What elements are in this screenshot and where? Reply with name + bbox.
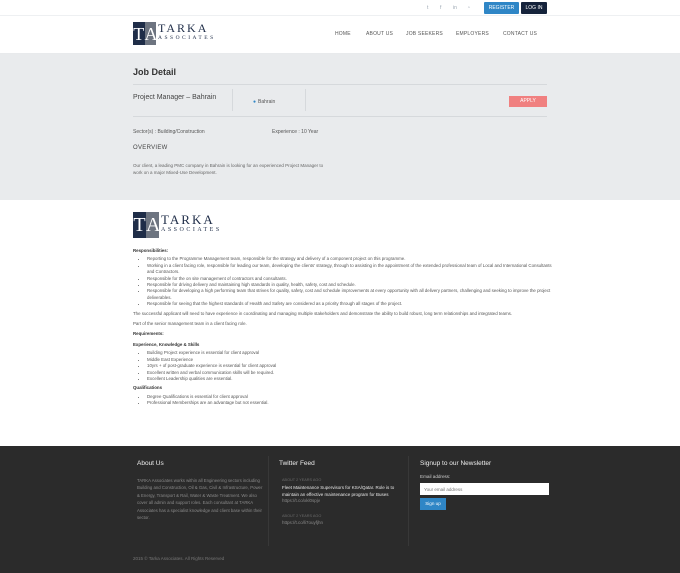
list-item: Professional Memberships are an advantag… [147,400,553,406]
logo-word: TARKA [158,21,209,35]
paragraph: The successful applicant will need to ha… [133,310,513,316]
qualifications-list: Degree Qualifications is essential for c… [147,394,553,407]
tweet-link[interactable]: https://t.co/li7ouyfjhn [282,520,323,525]
job-experience: Experience : 10 Year [272,129,319,135]
nav-home[interactable]: HOME [335,31,351,37]
location-pin-icon: ● [253,99,257,105]
logo-mark: T A [133,212,161,238]
divider [232,89,233,111]
signup-button[interactable]: Sign up [420,498,446,510]
tweet-link[interactable]: https://t.co/xkl0spjv [282,498,320,503]
site-footer [0,446,680,573]
register-button[interactable]: REGISTER [484,2,519,14]
site-header: T A TARKA ASSOCIATES HOME ABOUT US JOB S… [0,16,680,54]
about-text: TARKA Associates works within all Engine… [137,478,263,521]
job-title: Project Manager – Bahrain [133,94,217,101]
tweet-meta: ABOUT 2 YEARS AGO [282,514,322,518]
responsibilities-list: Reporting to the Programme Management te… [147,256,553,307]
top-bar: t f in ◔ REGISTER LOG IN [0,0,680,16]
requirements-heading: Requirements: [133,331,164,337]
logo-mark: T A [133,22,158,45]
site-logo[interactable]: T A TARKA ASSOCIATES [133,22,216,45]
logo-subword: ASSOCIATES [161,227,222,233]
overview-text: Our client, a leading PMC company in Bah… [133,163,324,175]
tweet-meta: ABOUT 2 YEARS AGO [282,478,322,482]
rss-icon[interactable]: ◔ [467,5,470,11]
qualifications-heading: Qualifications [133,385,163,391]
login-button[interactable]: LOG IN [521,2,547,14]
list-item: Working in a client facing role, respons… [147,263,553,276]
email-label: Email address: [420,474,451,479]
content-logo: T A TARKA ASSOCIATES [133,212,222,238]
nav-employers[interactable]: EMPLOYERS [456,31,489,37]
copyright: 2015 © Tarka Associates. All Rights Rese… [133,556,225,561]
twitter-icon[interactable]: t [427,5,428,11]
about-heading: About Us [137,460,164,467]
logo-word: TARKA [161,212,215,227]
list-item: Responsible for seeing that the highest … [147,301,553,307]
nav-job-seekers[interactable]: JOB SEEKERS [406,31,443,37]
tweet-text: Fleet Maintenance Supervisors for KSA/Qa… [282,485,395,497]
responsibilities-heading: Responsibilities: [133,248,169,253]
logo-subword: ASSOCIATES [158,35,216,41]
job-location: ● Bahrain [253,99,276,105]
nav-contact-us[interactable]: CONTACT US [503,31,537,37]
job-sector: Sector(s) : Building/Construction [133,129,205,135]
list-item: Responsible for developing a high perfor… [147,288,553,301]
newsletter-heading: Signup to our Newsletter [420,460,492,467]
divider [133,116,547,117]
divider [305,89,306,111]
job-detail-band [0,54,680,200]
twitter-heading: Twitter Feed [279,460,315,467]
paragraph: Part of the senior management team in a … [133,321,247,327]
newsletter-email-field[interactable] [420,483,549,495]
linkedin-icon[interactable]: in [453,5,457,11]
divider [133,84,547,85]
apply-button[interactable]: APPLY [509,96,547,107]
divider [268,456,269,546]
list-item: Excellent Leadership qualities are essen… [147,376,553,382]
page-title: Job Detail [133,67,177,77]
job-description: Responsibilities: Reporting to the Progr… [133,248,553,407]
nav-about-us[interactable]: ABOUT US [366,31,393,37]
experience-list: Building Project experience is essential… [147,350,553,382]
experience-heading: Experience, Knowledge & Skills [133,341,200,347]
overview-heading: OVERVIEW [133,145,168,151]
facebook-icon[interactable]: f [440,5,441,11]
divider [408,456,409,546]
